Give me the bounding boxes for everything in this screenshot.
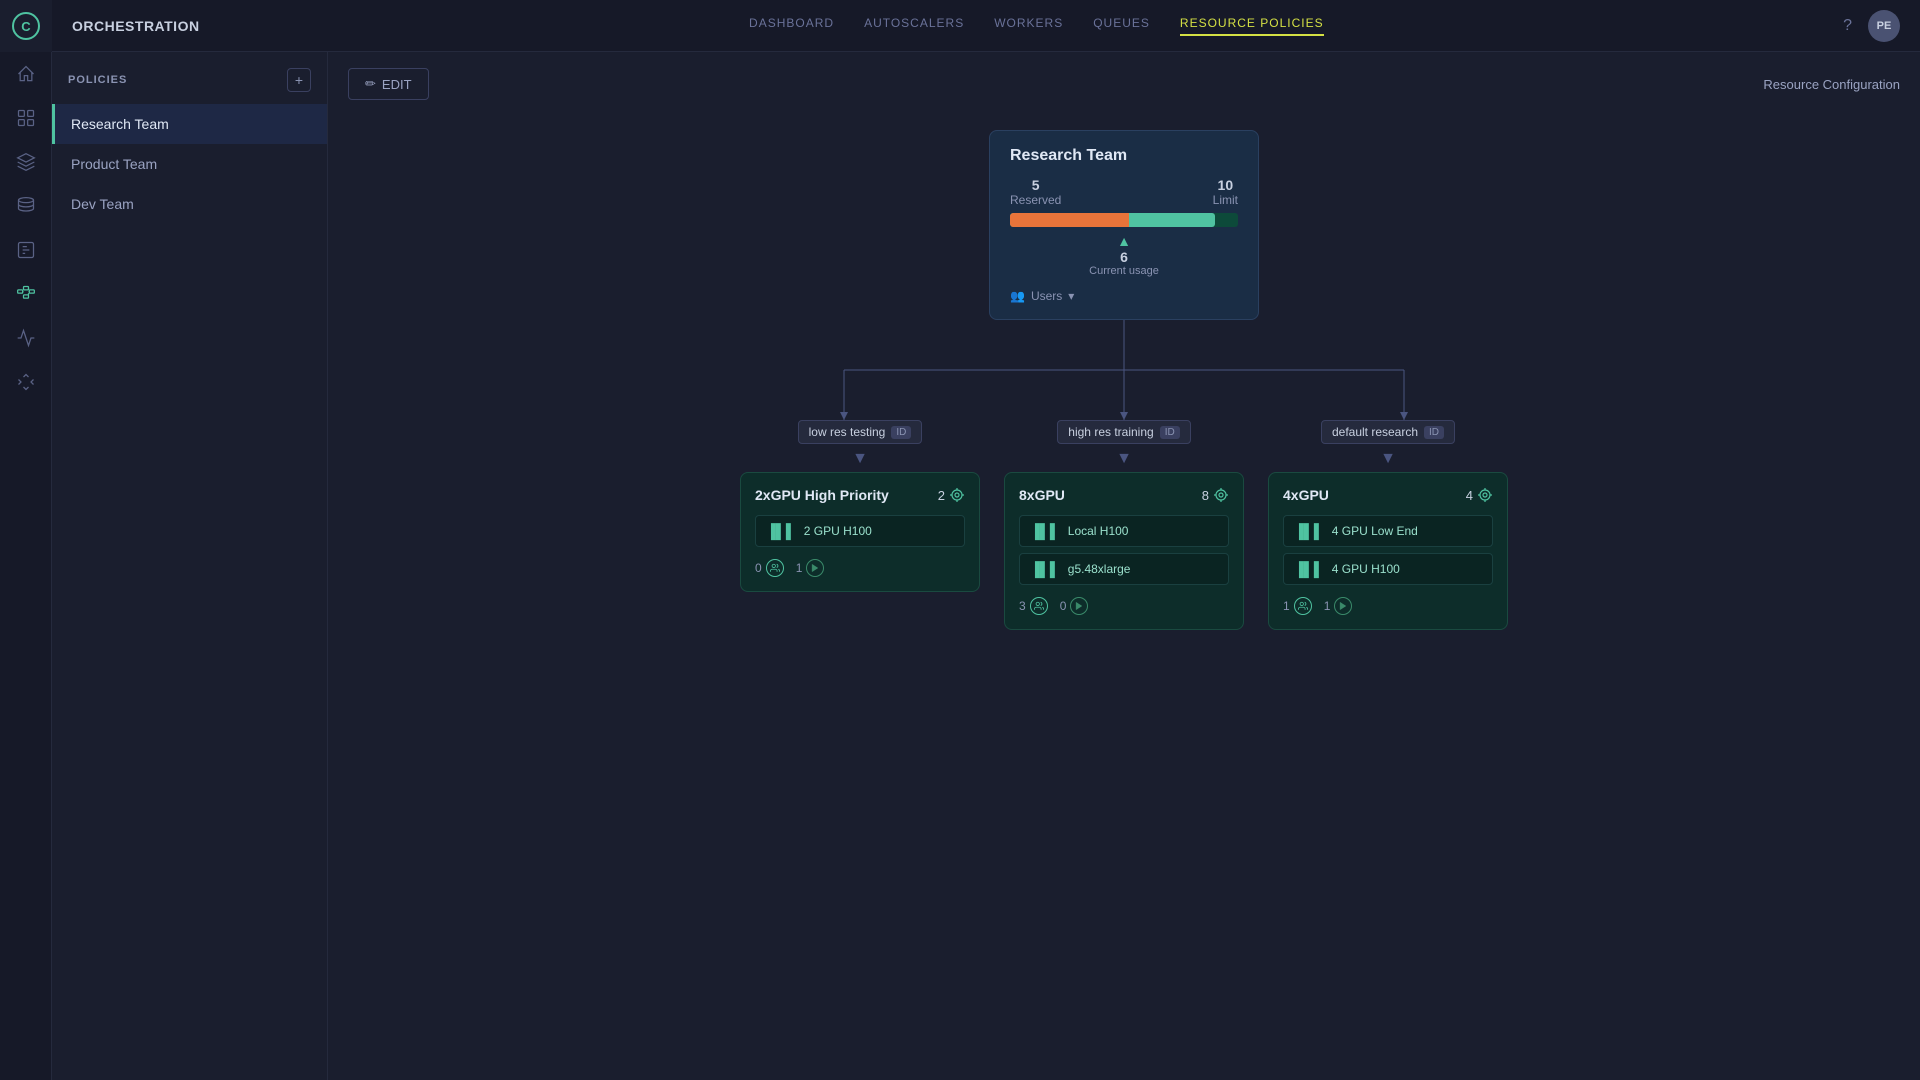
topbar-right: ? PE [1843,10,1900,42]
chevron-down-icon: ▾ [1068,289,1074,303]
users-icon: 👥 [1010,289,1025,303]
queue-col-default: default research ID ▼ 4xGPU 4 [1268,420,1508,630]
sidebar-item-product-team[interactable]: Product Team [52,144,327,184]
gear-small-icon-3 [1477,487,1493,503]
orange-bar [1010,213,1129,227]
pencil-icon: ✏ [365,76,376,92]
panel-toolbar: ✏ EDIT Resource Configuration [348,68,1900,100]
high-res-footer: 3 0 [1019,597,1229,615]
high-res-count: 8 [1202,487,1229,503]
topbar: ORCHESTRATION DASHBOARD AUTOSCALERS WORK… [52,0,1920,52]
tree-lines-svg [724,320,1524,440]
current-usage-row: ▲ 6 Current usage [1010,233,1238,277]
nav-settings[interactable] [0,360,52,404]
bar-icon-2: ▐▌▌ [1030,523,1060,539]
nav-analytics[interactable] [0,316,52,360]
current-usage-value: 6 [1120,249,1128,265]
top-nav: DASHBOARD AUTOSCALERS WORKERS QUEUES RES… [250,16,1824,36]
tasks-stat-3: 1 [1324,597,1353,615]
policy-tree: Research Team 5 Reserved 10 Limit [348,120,1900,630]
gpu-card-high-res: 8xGPU 8 ▐▌▌ [1004,472,1244,630]
nav-home[interactable] [0,52,52,96]
workers-stat-3: 1 [1283,597,1312,615]
gpu-card-low-res: 2xGPU High Priority 2 [740,472,980,592]
resource-row-low-end: ▐▌▌ 4 GPU Low End [1283,515,1493,547]
bar-icon-3: ▐▌▌ [1030,561,1060,577]
gpu-card-default: 4xGPU 4 ▐▌▌ [1268,472,1508,630]
help-icon[interactable]: ? [1843,17,1852,35]
high-res-card-title: 8xGPU [1019,487,1065,503]
queue-col-low-res: low res testing ID ▼ 2xGPU High Priority… [740,420,980,630]
users-dropdown-button[interactable]: 👥 Users ▾ [1010,289,1074,303]
default-card-title: 4xGPU [1283,487,1329,503]
app-title: ORCHESTRATION [72,18,200,34]
workers-icon-3 [1294,597,1312,615]
research-team-title: Research Team [1010,147,1238,165]
tasks-icon-3 [1334,597,1352,615]
reserved-label: Reserved [1010,193,1061,207]
add-policy-button[interactable]: + [287,68,311,92]
nav-experiments[interactable] [0,96,52,140]
usage-bar [1010,213,1238,227]
sidebar-header-label: POLICIES [68,74,127,86]
workers-stat: 0 [755,559,784,577]
gear-small-icon-2 [1213,487,1229,503]
low-res-count: 2 [938,487,965,503]
arrow-low-res: ▼ [852,450,868,468]
edit-button[interactable]: ✏ EDIT [348,68,429,100]
default-footer: 1 1 [1283,597,1493,615]
resource-row-1: ▐▌▌ 2 GPU H100 [755,515,965,547]
bar-icon-5: ▐▌▌ [1294,561,1324,577]
resource-row-local-h100: ▐▌▌ Local H100 [1019,515,1229,547]
limit-label: Limit [1213,193,1238,207]
gear-small-icon [949,487,965,503]
nav-orchestration[interactable] [0,272,52,316]
low-res-card-title: 2xGPU High Priority [755,487,889,503]
resource-row-4gpu-h100: ▐▌▌ 4 GPU H100 [1283,553,1493,585]
low-res-footer: 0 1 [755,559,965,577]
nav-queues[interactable]: QUEUES [1093,16,1150,36]
workers-icon-2 [1030,597,1048,615]
research-team-card: Research Team 5 Reserved 10 Limit [989,130,1259,320]
svg-text:C: C [21,19,31,34]
nav-workers[interactable]: WORKERS [994,16,1063,36]
user-avatar[interactable]: PE [1868,10,1900,42]
queues-container: low res testing ID ▼ 2xGPU High Priority… [744,420,1504,630]
arrow-default: ▼ [1380,450,1396,468]
workers-stat-2: 3 [1019,597,1048,615]
sidebar-item-dev-team[interactable]: Dev Team [52,184,327,224]
policies-sidebar: POLICIES + Research Team Product Team De… [52,52,328,1080]
nav-reports[interactable] [0,228,52,272]
main-panel: ✏ EDIT Resource Configuration Research T… [328,52,1920,1080]
arrow-high-res: ▼ [1116,450,1132,468]
reserved-value: 5 [1010,177,1061,193]
sidebar-item-research-team[interactable]: Research Team [52,104,327,144]
nav-resource-policies[interactable]: RESOURCE POLICIES [1180,16,1324,36]
limit-value: 10 [1213,177,1238,193]
nav-dashboard[interactable]: DASHBOARD [749,16,834,36]
tasks-icon [806,559,824,577]
tasks-stat-2: 0 [1060,597,1089,615]
nav-datasets[interactable] [0,184,52,228]
tasks-icon-2 [1070,597,1088,615]
current-usage-label: Current usage [1089,265,1159,277]
workers-icon [766,559,784,577]
resource-config-link[interactable]: Resource Configuration [1763,77,1900,92]
nav-autoscalers[interactable]: AUTOSCALERS [864,16,964,36]
resource-row-g5: ▐▌▌ g5.48xlarge [1019,553,1229,585]
queue-col-high-res: high res training ID ▼ 8xGPU 8 [1004,420,1244,630]
default-count: 4 [1466,487,1493,503]
app-logo: C [0,0,52,52]
left-nav: C [0,0,52,1080]
bar-icon-1: ▐▌▌ [766,523,796,539]
nav-models[interactable] [0,140,52,184]
tasks-stat: 1 [796,559,825,577]
bar-icon-4: ▐▌▌ [1294,523,1324,539]
